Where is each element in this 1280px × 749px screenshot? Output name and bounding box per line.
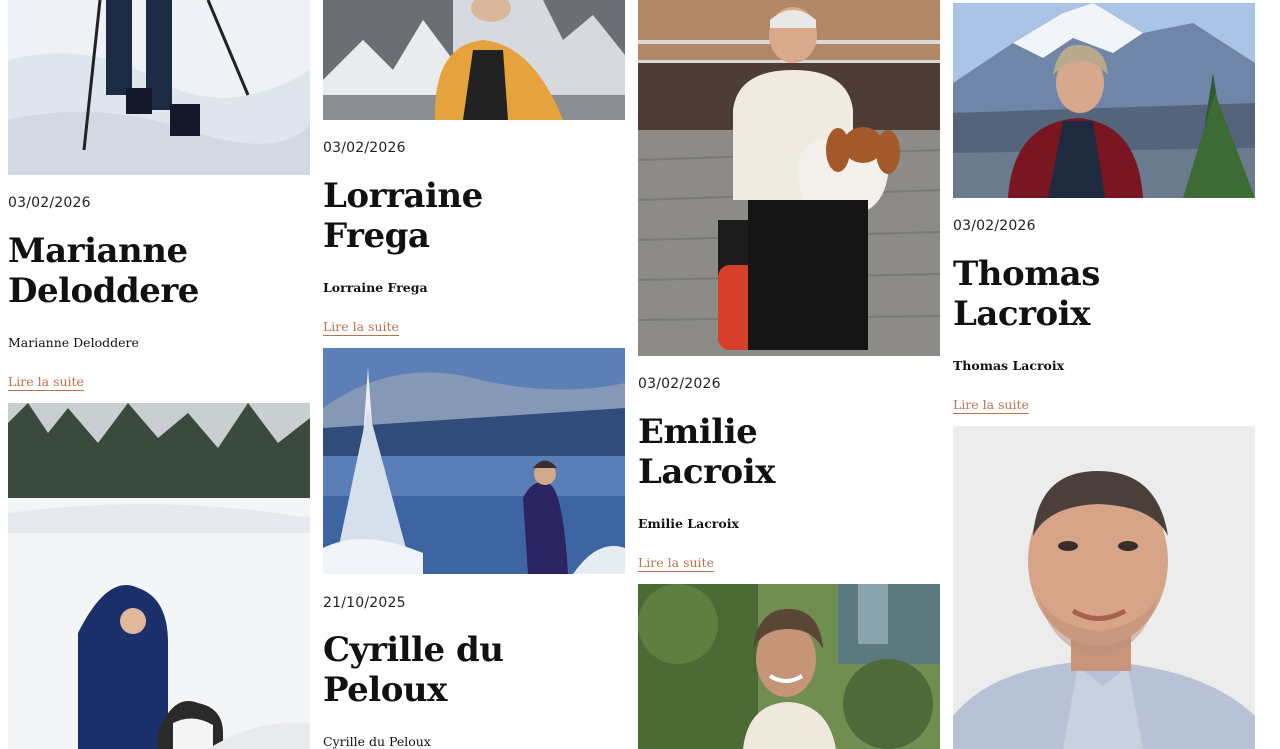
- article-column-4: 03/02/2026 Thomas Lacroix Thomas Lacroix…: [953, 0, 1255, 749]
- article-date: 21/10/2025: [323, 595, 406, 611]
- article-title-line-1[interactable]: Marianne: [8, 231, 308, 271]
- article-title-line-1[interactable]: Thomas: [953, 254, 1253, 294]
- smiling-woman-outdoors-photo[interactable]: [638, 584, 940, 749]
- article-title-line-1[interactable]: Emilie: [638, 412, 938, 452]
- article-column-1: 03/02/2026 Marianne Deloddere Marianne D…: [8, 0, 310, 749]
- article-date: 03/02/2026: [638, 376, 721, 392]
- man-yellow-jacket-mountains-photo[interactable]: [323, 0, 625, 120]
- man-wheelchair-with-dog-photo[interactable]: [638, 0, 940, 356]
- read-more-link[interactable]: Lire la suite: [8, 374, 84, 391]
- article-date: 03/02/2026: [953, 218, 1036, 234]
- article-author: Marianne Deloddere: [8, 335, 139, 350]
- article-title-line-2[interactable]: Lacroix: [953, 294, 1253, 334]
- article-title-line-2[interactable]: Deloddere: [8, 271, 308, 311]
- article-author: Thomas Lacroix: [953, 358, 1065, 373]
- man-portrait-grey-background-photo[interactable]: [953, 426, 1255, 749]
- article-title[interactable]: Emilie Lacroix: [638, 412, 938, 492]
- article-title-line-2[interactable]: Lacroix: [638, 452, 938, 492]
- article-date: 03/02/2026: [8, 195, 91, 211]
- article-title-line-1[interactable]: Cyrille du: [323, 630, 623, 670]
- article-author: Lorraine Frega: [323, 280, 428, 295]
- article-title-line-2[interactable]: Peloux: [323, 670, 623, 710]
- woman-with-dog-in-snow-photo[interactable]: [8, 403, 310, 749]
- read-more-link[interactable]: Lire la suite: [953, 397, 1029, 414]
- article-title[interactable]: Cyrille du Peloux: [323, 630, 623, 710]
- article-column-2: 03/02/2026 Lorraine Frega Lorraine Frega…: [323, 0, 625, 749]
- article-author: Emilie Lacroix: [638, 516, 739, 531]
- article-author: Cyrille du Peloux: [323, 734, 431, 749]
- woman-by-frozen-lake-photo[interactable]: [323, 348, 625, 574]
- article-column-3: 03/02/2026 Emilie Lacroix Emilie Lacroix…: [638, 0, 940, 749]
- article-title-line-2[interactable]: Frega: [323, 216, 623, 256]
- article-title[interactable]: Lorraine Frega: [323, 176, 623, 256]
- read-more-link[interactable]: Lire la suite: [638, 555, 714, 572]
- article-title[interactable]: Thomas Lacroix: [953, 254, 1253, 334]
- article-title[interactable]: Marianne Deloddere: [8, 231, 308, 311]
- article-title-line-1[interactable]: Lorraine: [323, 176, 623, 216]
- article-date: 03/02/2026: [323, 140, 406, 156]
- woman-mountain-view-photo[interactable]: [953, 3, 1255, 198]
- hiker-snow-legs-photo[interactable]: [8, 0, 310, 175]
- read-more-link[interactable]: Lire la suite: [323, 319, 399, 336]
